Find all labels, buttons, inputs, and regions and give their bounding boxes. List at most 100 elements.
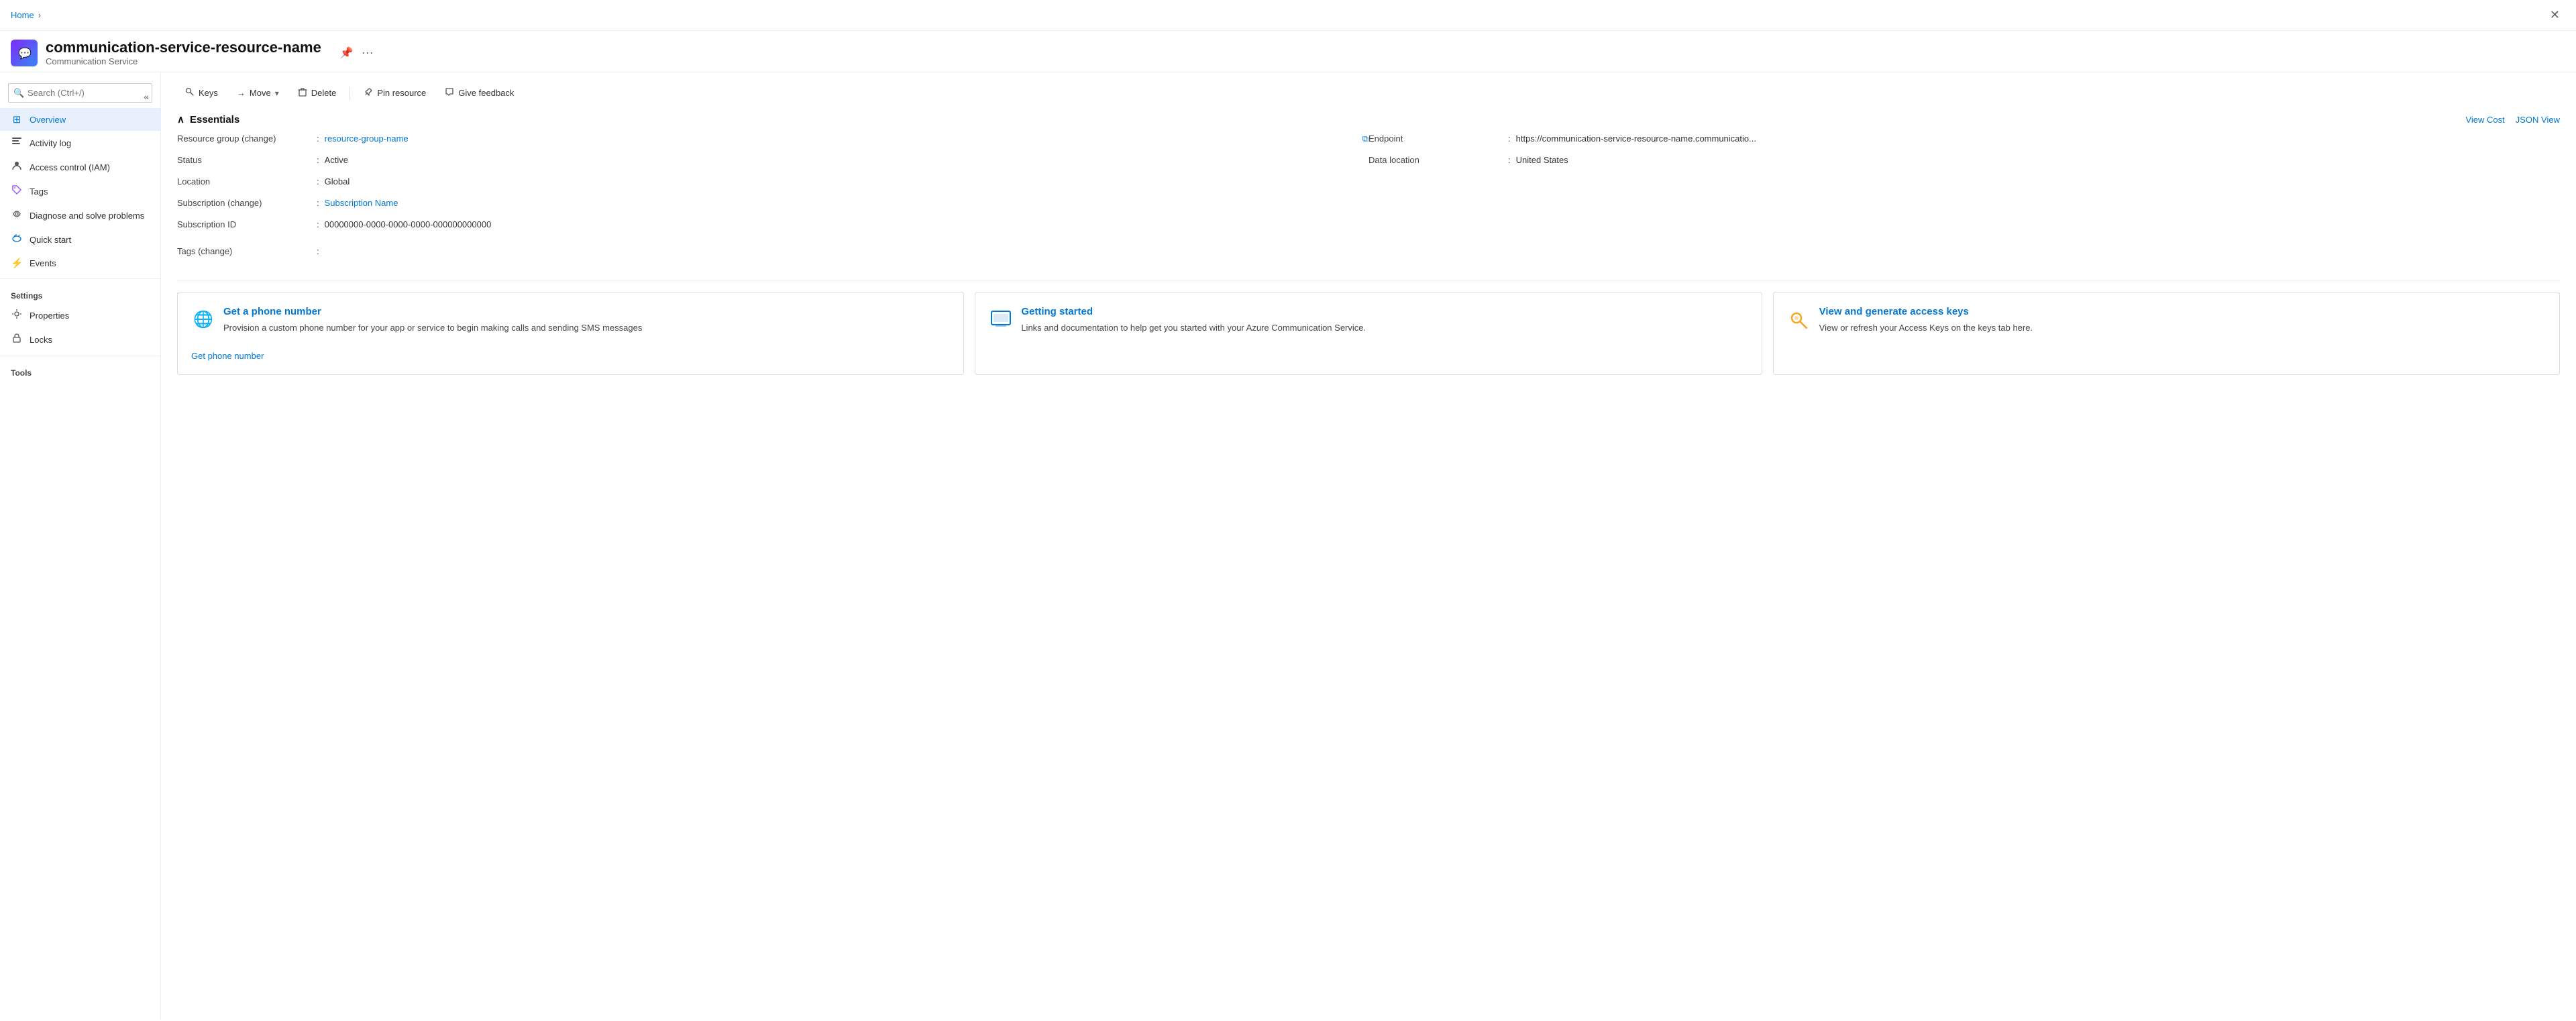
pin-resource-button[interactable]: Pin resource [356,83,434,103]
status-label: Status [177,155,311,165]
resource-type: Communication Service [46,56,321,66]
endpoint-row: Endpoint : https://communication-service… [1368,133,2560,150]
resource-group-value[interactable]: resource-group-name [325,133,1358,144]
sidebar-item-activity-log-label: Activity log [30,138,71,148]
sidebar-item-quick-start[interactable]: Quick start [0,227,160,252]
collapse-icon[interactable]: « [140,89,153,105]
status-value: Active [325,155,1368,165]
access-keys-card-description: View or refresh your Access Keys on the … [1819,321,2033,335]
resource-icon: 💬 [11,40,38,66]
resource-name: communication-service-resource-name [46,39,321,56]
phone-number-card-header: 🌐 Get a phone number Provision a custom … [191,306,950,335]
svg-text:💬: 💬 [18,47,32,60]
delete-icon [298,87,307,99]
tags-icon [11,184,23,198]
sidebar-item-properties[interactable]: Properties [0,303,160,327]
sidebar-item-diagnose-label: Diagnose and solve problems [30,211,144,221]
more-options-icon[interactable]: ··· [362,46,374,60]
phone-number-card-title: Get a phone number [223,306,642,317]
sidebar-item-tags-label: Tags [30,186,48,197]
resource-title-block: communication-service-resource-name Comm… [46,39,321,66]
cards-container: 🌐 Get a phone number Provision a custom … [177,292,2560,375]
sidebar-item-properties-label: Properties [30,311,69,321]
location-label: Location [177,176,311,186]
collapse-essentials-icon[interactable]: ∧ [177,113,184,125]
sidebar: 🔍 « ⊞ Overview Activity log Access contr… [0,72,161,1020]
keys-button[interactable]: Keys [177,83,226,103]
move-button[interactable]: → Move ▾ [229,84,287,102]
essentials-links: View Cost JSON View [2465,115,2560,125]
breadcrumb-separator: › [38,10,41,20]
diagnose-icon [11,209,23,222]
sidebar-item-activity-log[interactable]: Activity log [0,131,160,155]
sidebar-item-events[interactable]: ⚡ Events [0,252,160,274]
phone-number-card-content: Get a phone number Provision a custom ph… [223,306,642,335]
locks-icon [11,333,23,346]
essentials-grid: Resource group (change) : resource-group… [177,133,2560,235]
sidebar-item-tags[interactable]: Tags [0,179,160,203]
resource-group-label: Resource group (change) [177,133,311,144]
toolbar: Keys → Move ▾ Delete Pin resource [177,83,2560,103]
feedback-button[interactable]: Give feedback [437,83,522,103]
subscription-id-row: Subscription ID : 00000000-0000-0000-000… [177,219,1368,235]
location-value: Global [325,176,1368,186]
top-bar: Home › ✕ [0,0,2576,31]
resource-actions: 📌 ··· [340,46,374,60]
data-location-label: Data location [1368,155,1503,165]
delete-button[interactable]: Delete [290,83,345,103]
delete-label: Delete [311,88,337,98]
getting-started-card-title: Getting started [1021,306,1366,317]
subscription-id-value: 00000000-0000-0000-0000-000000000000 [325,219,1368,229]
getting-started-card: Getting started Links and documentation … [975,292,1762,375]
essentials-title: ∧ Essentials [177,113,239,125]
endpoint-value: https://communication-service-resource-n… [1516,133,2560,144]
copy-icon[interactable]: ⧉ [1362,133,1368,144]
sidebar-item-overview-label: Overview [30,115,66,125]
keys-icon [185,87,195,99]
essentials-section: ∧ Essentials View Cost JSON View Resourc… [177,113,2560,281]
sidebar-search-container: 🔍 « [8,83,152,103]
sidebar-item-locks-label: Locks [30,335,52,345]
phone-number-card-description: Provision a custom phone number for your… [223,321,642,335]
access-keys-card-title: View and generate access keys [1819,306,2033,317]
move-icon: → [237,88,246,98]
data-location-value: United States [1516,155,2560,165]
overview-icon: ⊞ [11,113,23,125]
pin-icon[interactable]: 📌 [340,46,354,60]
close-button[interactable]: ✕ [2544,5,2565,25]
essentials-header: ∧ Essentials View Cost JSON View [177,113,2560,125]
settings-divider [0,278,160,279]
feedback-label: Give feedback [458,88,514,98]
settings-section-label: Settings [0,283,160,303]
tags-label: Tags (change) [177,246,311,256]
essentials-left-col: Resource group (change) : resource-group… [177,133,1368,235]
access-control-icon [11,160,23,174]
content-area: Keys → Move ▾ Delete Pin resource [161,72,2576,1020]
sidebar-item-diagnose[interactable]: Diagnose and solve problems [0,203,160,227]
subscription-row: Subscription (change) : Subscription Nam… [177,198,1368,214]
events-icon: ⚡ [11,257,23,269]
pin-resource-icon [364,87,373,99]
search-input[interactable] [8,83,152,103]
sidebar-item-access-control[interactable]: Access control (IAM) [0,155,160,179]
get-phone-number-link[interactable]: Get phone number [191,351,264,361]
move-label: Move [250,88,271,98]
quick-start-icon [11,233,23,246]
view-cost-link[interactable]: View Cost [2465,115,2504,125]
subscription-id-label: Subscription ID [177,219,311,229]
pin-resource-label: Pin resource [377,88,426,98]
tags-row: Tags (change) : [177,246,2560,256]
home-link[interactable]: Home [11,10,34,20]
resource-group-row: Resource group (change) : resource-group… [177,133,1368,150]
essentials-label: Essentials [190,114,239,125]
json-view-link[interactable]: JSON View [2516,115,2560,125]
subscription-value[interactable]: Subscription Name [325,198,1368,208]
resource-header: 💬 communication-service-resource-name Co… [0,31,2576,72]
move-chevron-icon: ▾ [275,89,279,98]
data-location-row: Data location : United States [1368,155,2560,171]
tools-section-label: Tools [0,360,160,380]
sidebar-item-locks[interactable]: Locks [0,327,160,352]
access-keys-card: View and generate access keys View or re… [1773,292,2560,375]
breadcrumb: Home › [11,10,41,20]
sidebar-item-overview[interactable]: ⊞ Overview [0,108,160,131]
